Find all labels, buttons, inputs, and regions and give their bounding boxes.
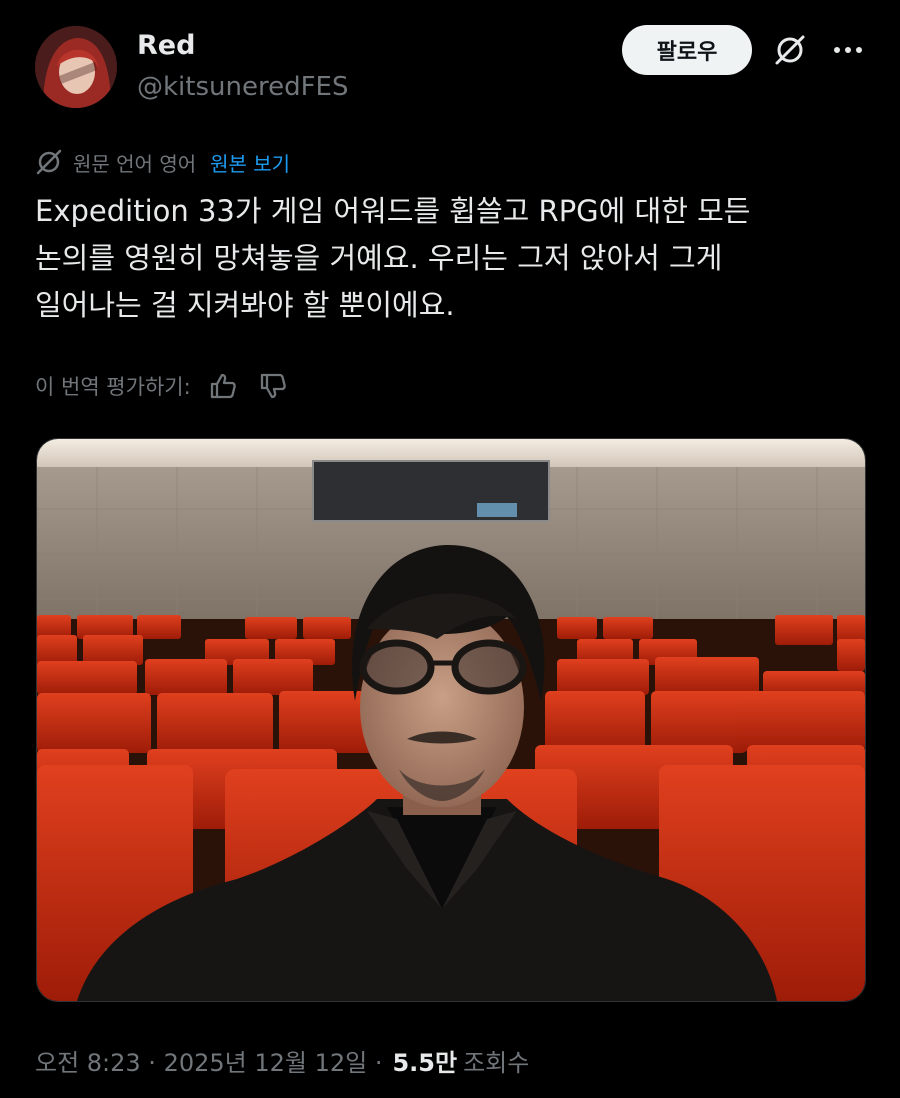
views-count: 5.5만 [392, 1048, 458, 1077]
thumbs-up-button[interactable] [205, 368, 241, 404]
author-handle[interactable]: @kitsuneredFES [137, 72, 348, 102]
avatar[interactable] [35, 26, 117, 108]
thumbs-up-icon [210, 373, 236, 399]
thumbs-down-icon [260, 373, 286, 399]
more-icon [834, 47, 862, 53]
more-button[interactable] [826, 30, 870, 70]
rate-translation: 이 번역 평가하기: [35, 366, 291, 406]
tweet-text: Expedition 33가 게임 어워드를 휩쓸고 RPG에 대한 모든 논의… [35, 194, 751, 322]
thumbs-down-button[interactable] [255, 368, 291, 404]
grok-button[interactable] [770, 30, 810, 70]
show-original-link[interactable]: 원본 보기 [210, 148, 290, 177]
translation-notice: 원문 언어 영어 원본 보기 [35, 145, 290, 179]
photo-man-in-empty-theater [37, 439, 865, 1001]
avatar-red-haired-character [35, 26, 117, 108]
translate-icon [35, 147, 65, 177]
tweet-image[interactable] [36, 438, 866, 1002]
tweet-timestamp[interactable]: 오전 8:23 · 2025년 12월 12일 · [35, 1043, 382, 1078]
views-label: 조회수 [463, 1048, 530, 1077]
rate-translation-label: 이 번역 평가하기: [35, 375, 191, 399]
follow-button[interactable]: 팔로우 [622, 25, 752, 75]
tweet-meta: 오전 8:23 · 2025년 12월 12일 · 5.5만 조회수 [35, 1040, 529, 1080]
author-display-name[interactable]: Red [137, 30, 195, 61]
grok-icon [775, 35, 805, 65]
translation-source-language: 원문 언어 영어 [73, 151, 197, 176]
